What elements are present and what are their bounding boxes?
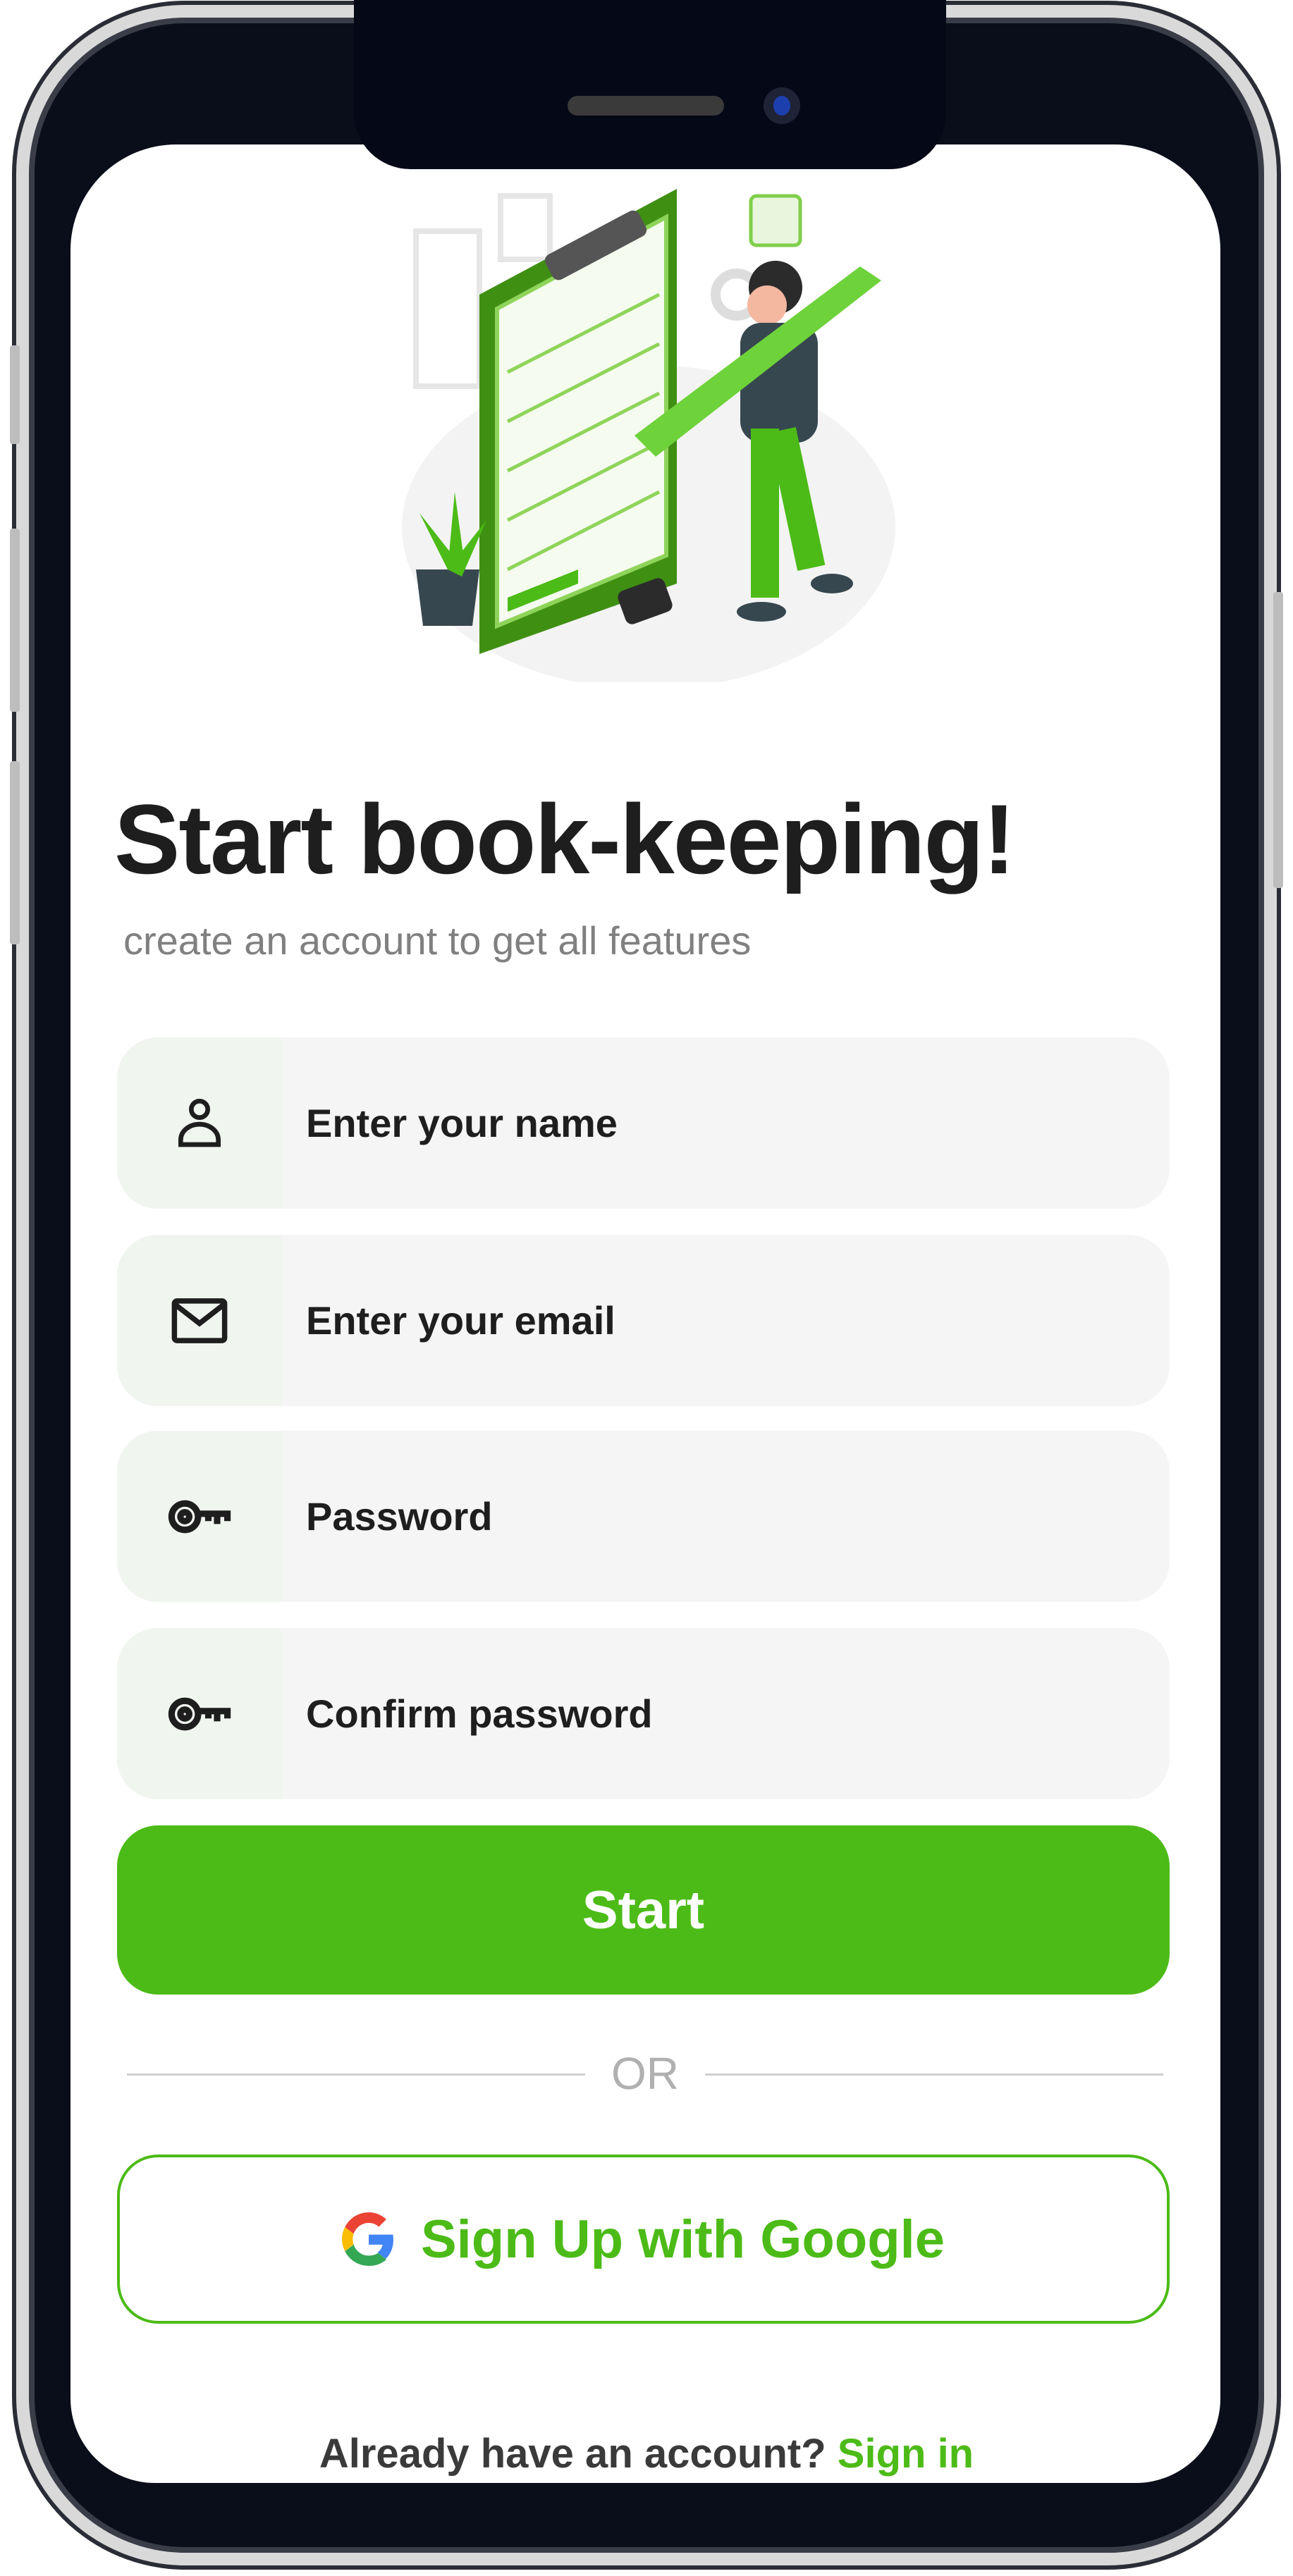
password-placeholder: Password (306, 1494, 493, 1539)
email-field[interactable]: Enter your email (117, 1235, 1170, 1406)
key-icon (117, 1628, 282, 1799)
password-field[interactable]: Password (117, 1431, 1170, 1602)
person-icon (117, 1037, 282, 1209)
divider-line-left (127, 2073, 585, 2076)
camera (764, 87, 800, 124)
email-placeholder: Enter your email (306, 1298, 615, 1343)
name-placeholder: Enter your name (306, 1101, 618, 1145)
volume-down-button (10, 761, 20, 944)
page-subtitle: create an account to get all features (123, 918, 752, 963)
signin-prompt-text: Already have an account? (319, 2431, 826, 2477)
confirm-password-placeholder: Confirm password (306, 1691, 653, 1736)
key-icon (117, 1431, 282, 1602)
power-button (1273, 592, 1283, 888)
google-icon (341, 2212, 393, 2266)
bookkeeping-illustration (402, 189, 895, 682)
volume-up-button (10, 529, 20, 712)
page-title: Start book-keeping! (114, 784, 1016, 894)
name-field[interactable]: Enter your name (117, 1037, 1170, 1209)
google-signup-label: Sign Up with Google (420, 2209, 945, 2269)
speaker (568, 96, 724, 116)
confirm-password-field[interactable]: Confirm password (117, 1628, 1170, 1799)
or-divider: OR (611, 2048, 679, 2099)
notch (354, 0, 946, 169)
signin-link[interactable]: Sign in (838, 2431, 974, 2477)
google-signup-button[interactable]: Sign Up with Google (117, 2155, 1170, 2324)
mute-switch (10, 345, 20, 444)
start-button[interactable]: Start (117, 1825, 1170, 1995)
divider-line-right (705, 2073, 1163, 2076)
mail-icon (117, 1235, 282, 1406)
signin-prompt: Already have an account? Sign in (0, 2430, 1293, 2477)
